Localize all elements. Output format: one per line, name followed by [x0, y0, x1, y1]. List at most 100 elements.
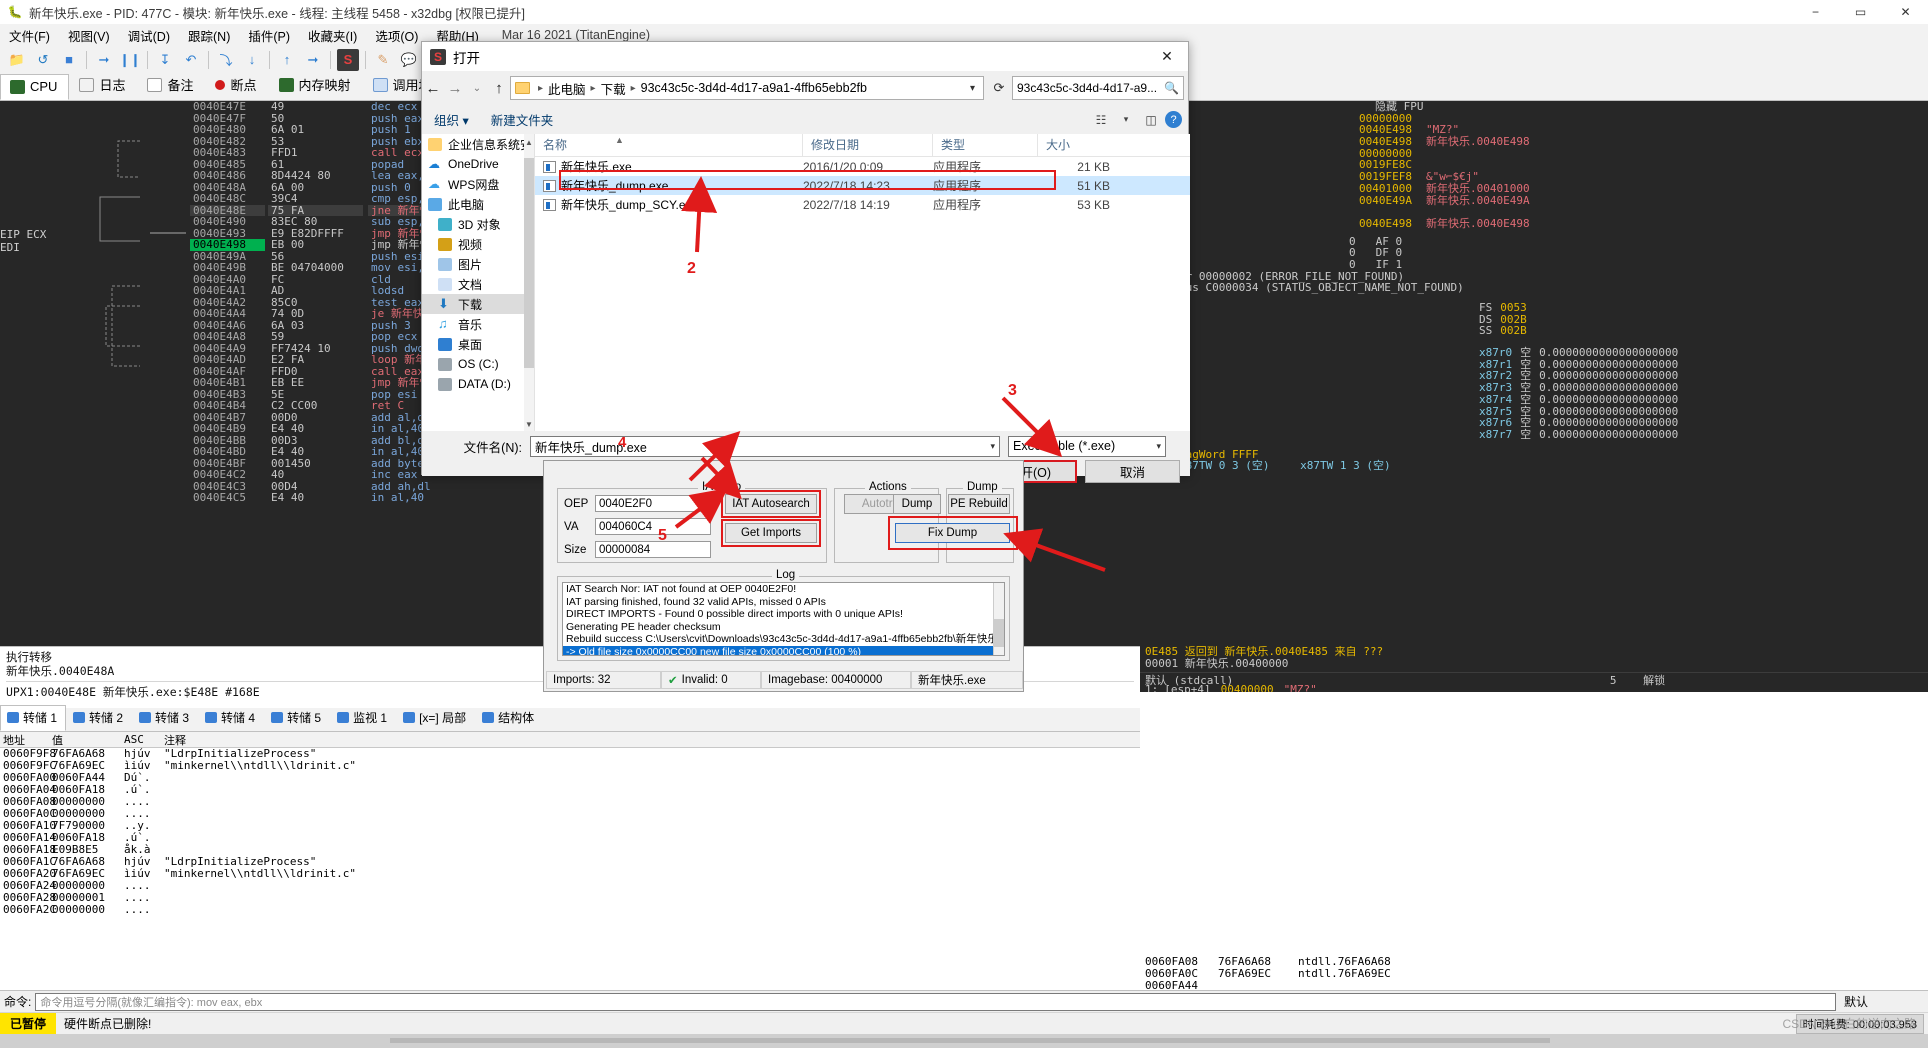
filter-chevron-down-icon[interactable]: ▾: [1156, 441, 1161, 452]
disasm-address[interactable]: 0040E486: [190, 170, 265, 182]
flag-row[interactable]: 0 IF 1: [1175, 259, 1928, 271]
disasm-address[interactable]: 0040E49B: [190, 262, 265, 274]
dump-row[interactable]: 0060FA10 7F790000 ..y.: [0, 820, 1140, 832]
stop-icon[interactable]: ■: [58, 49, 80, 71]
dialog-close-icon[interactable]: ✕: [1146, 42, 1188, 71]
dump-row[interactable]: 0060FA0C 00000000....: [0, 808, 1140, 820]
size-input[interactable]: 00000084: [595, 541, 711, 558]
log-line[interactable]: Rebuild success C:\Users\cvit\Downloads\…: [563, 633, 1004, 646]
dump-tab[interactable]: [x=] 局部: [396, 705, 475, 731]
filename-chevron-down-icon[interactable]: ▾: [990, 441, 995, 452]
run-to-user-icon[interactable]: ↑: [276, 49, 298, 71]
search-input[interactable]: 93c43c5c-3d4d-4d17-a9... 🔍: [1012, 76, 1184, 100]
close-button[interactable]: ✕: [1883, 0, 1928, 24]
disasm-address[interactable]: 0040E4A1: [190, 285, 265, 297]
tab-notes[interactable]: 备注: [137, 70, 205, 100]
log-line[interactable]: IAT Search Nor: IAT not found at OEP 004…: [563, 583, 1004, 596]
view-mode-icon[interactable]: ☷: [1090, 109, 1112, 131]
scroll-up-icon[interactable]: ▲: [524, 138, 534, 147]
dump-tab[interactable]: 转储 2: [66, 705, 132, 731]
dump-col-value[interactable]: 值: [52, 732, 124, 748]
stack-memory-grid[interactable]: 0060FA08 76FA6A68 ntdll.76FA6A68 0060FA0C 76…: [1140, 692, 1928, 990]
disasm-address[interactable]: 0040E480: [190, 124, 265, 136]
x87-row[interactable]: x87r7 空 0.0000000000000000000: [1175, 429, 1928, 441]
place-item-downloads[interactable]: ⬇ 下载: [422, 294, 534, 314]
places-scrollbar[interactable]: ▲ ▼: [524, 134, 534, 431]
up-icon[interactable]: ↑: [488, 76, 510, 100]
trace-into-icon[interactable]: ⤵: [215, 49, 237, 71]
stack-grid-row[interactable]: 0060FA44: [1140, 980, 1928, 991]
organize-button[interactable]: 组织 ▾: [434, 110, 469, 129]
search-icon[interactable]: 🔍: [1164, 81, 1179, 95]
dump-row[interactable]: 0060F9FC 76FA69EC ìiúv "minkernel\\ntdll\\l…: [0, 760, 1140, 772]
pe-rebuild-button[interactable]: PE Rebuild: [948, 494, 1010, 514]
stack-grid-row[interactable]: 0060FA0C 76FA69EC ntdll.76FA69EC: [1140, 968, 1928, 980]
dump-row[interactable]: 0060FA00 0060FA44 Dú`.: [0, 772, 1140, 784]
disasm-address[interactable]: 0040E4C5: [190, 492, 265, 504]
register-row[interactable]: 00401000 新年快乐.00401000: [1175, 182, 1928, 195]
recent-locations-icon[interactable]: ⌄: [466, 76, 488, 100]
menu-item-favourites[interactable]: 收藏夹(I): [299, 24, 366, 47]
maximize-button[interactable]: ▭: [1838, 0, 1883, 24]
breadcrumb-item-0[interactable]: 此电脑: [548, 79, 586, 98]
oep-input[interactable]: 0040E2F0: [595, 495, 711, 512]
column-type[interactable]: 类型: [933, 133, 1038, 157]
scylla-panel[interactable]: IAT Info OEP 0040E2F0 VA 004060C4 Size 0…: [543, 460, 1024, 692]
file-row[interactable]: 新年快乐_dump_SCY.exe 2022/7/18 14:19 应用程序 53 K…: [535, 195, 1190, 214]
step-out-icon[interactable]: ↓: [241, 49, 263, 71]
log-scroll-thumb[interactable]: [993, 619, 1004, 647]
menu-item-trace[interactable]: 跟踪(N): [179, 24, 239, 47]
comment-icon[interactable]: 💬: [398, 49, 420, 71]
tab-memory-map[interactable]: 内存映射: [269, 70, 363, 100]
x87-row[interactable]: x87r0 空 0.0000000000000000000: [1175, 347, 1928, 359]
dump-row[interactable]: 0060FA28 00000001....: [0, 892, 1140, 904]
dump-button[interactable]: Dump: [893, 494, 941, 514]
place-item-drive[interactable]: OS (C:): [422, 354, 534, 374]
places-sidebar[interactable]: 企业信息系统安: ☁ OneDrive ☁ WPS网盘 此电脑 3D 对象 视频 图片 文档 ⬇ 下载…: [422, 134, 535, 431]
menu-item-plugins[interactable]: 插件(P): [239, 24, 299, 47]
help-icon[interactable]: ?: [1165, 111, 1182, 128]
x87-row[interactable]: x87r4 空 0.0000000000000000000: [1175, 393, 1928, 406]
place-item-onedrive[interactable]: ☁ OneDrive: [422, 154, 534, 174]
refresh-icon[interactable]: ⟳: [986, 76, 1012, 100]
dump-tab[interactable]: 结构体: [475, 705, 543, 731]
menu-item-view[interactable]: 视图(V): [59, 24, 119, 47]
scroll-down-icon[interactable]: ▼: [524, 420, 534, 429]
dump-col-address[interactable]: 地址: [0, 732, 52, 748]
disasm-address[interactable]: 0040E490: [190, 216, 265, 228]
dump-tab[interactable]: 转储 4: [198, 705, 264, 731]
unlock-label[interactable]: 解锁: [1643, 674, 1665, 687]
tab-breakpoints[interactable]: 断点: [205, 70, 268, 100]
patch-icon[interactable]: ✎: [372, 49, 394, 71]
disasm-address[interactable]: 0040E498: [190, 239, 265, 251]
minimize-button[interactable]: −: [1793, 0, 1838, 24]
arg-count[interactable]: 5: [1610, 674, 1617, 687]
column-size[interactable]: 大小: [1038, 134, 1128, 157]
pause-icon[interactable]: ❙❙: [119, 49, 141, 71]
chevron-down-icon[interactable]: ▾: [966, 83, 979, 94]
attach-icon[interactable]: ➞: [302, 49, 324, 71]
dump-row[interactable]: 0060FA20 76FA69EC ìiúv "minkernel\\ntdll\\l…: [0, 868, 1140, 880]
filename-input[interactable]: 新年快乐_dump.exe ▾: [530, 435, 1000, 457]
run-icon[interactable]: ➞: [93, 49, 115, 71]
forward-icon[interactable]: →: [444, 76, 466, 100]
dump-col-ascii[interactable]: ASC: [124, 733, 164, 746]
file-type-select[interactable]: Executable (*.exe) ▾: [1008, 435, 1166, 457]
breadcrumb[interactable]: ▸ 此电脑 ▸ 下载 ▸ 93c43c5c-3d4d-4d17-a9a1-4ff…: [510, 76, 984, 100]
log-scrollbar[interactable]: [993, 583, 1004, 655]
column-modified[interactable]: 修改日期: [803, 133, 933, 157]
register-row[interactable]: 0040E498 新年快乐.0040E498: [1175, 218, 1928, 230]
command-input[interactable]: 命令用逗号分隔(就像汇编指令): mov eax, ebx: [35, 992, 1836, 1011]
dump-row[interactable]: 0060FA24 00000000....: [0, 880, 1140, 892]
place-item-music[interactable]: ♫ 音乐: [422, 314, 534, 334]
dump-row[interactable]: 0060FA08 00000000....: [0, 796, 1140, 808]
new-folder-button[interactable]: 新建文件夹: [491, 110, 554, 129]
disasm-address[interactable]: 0040E4B1: [190, 377, 265, 389]
restart-icon[interactable]: ↺: [32, 49, 54, 71]
dump-row[interactable]: 0060FA14 0060FA18 .ú`.: [0, 832, 1140, 844]
place-item-folder[interactable]: 企业信息系统安:: [422, 134, 534, 154]
place-item-drive[interactable]: DATA (D:): [422, 374, 534, 394]
disasm-address[interactable]: 0040E47E: [190, 101, 265, 113]
log-line[interactable]: -> Old file size 0x0000CC00 new file siz…: [563, 645, 1004, 655]
log-line[interactable]: IAT parsing finished, found 32 valid API…: [563, 596, 1004, 609]
